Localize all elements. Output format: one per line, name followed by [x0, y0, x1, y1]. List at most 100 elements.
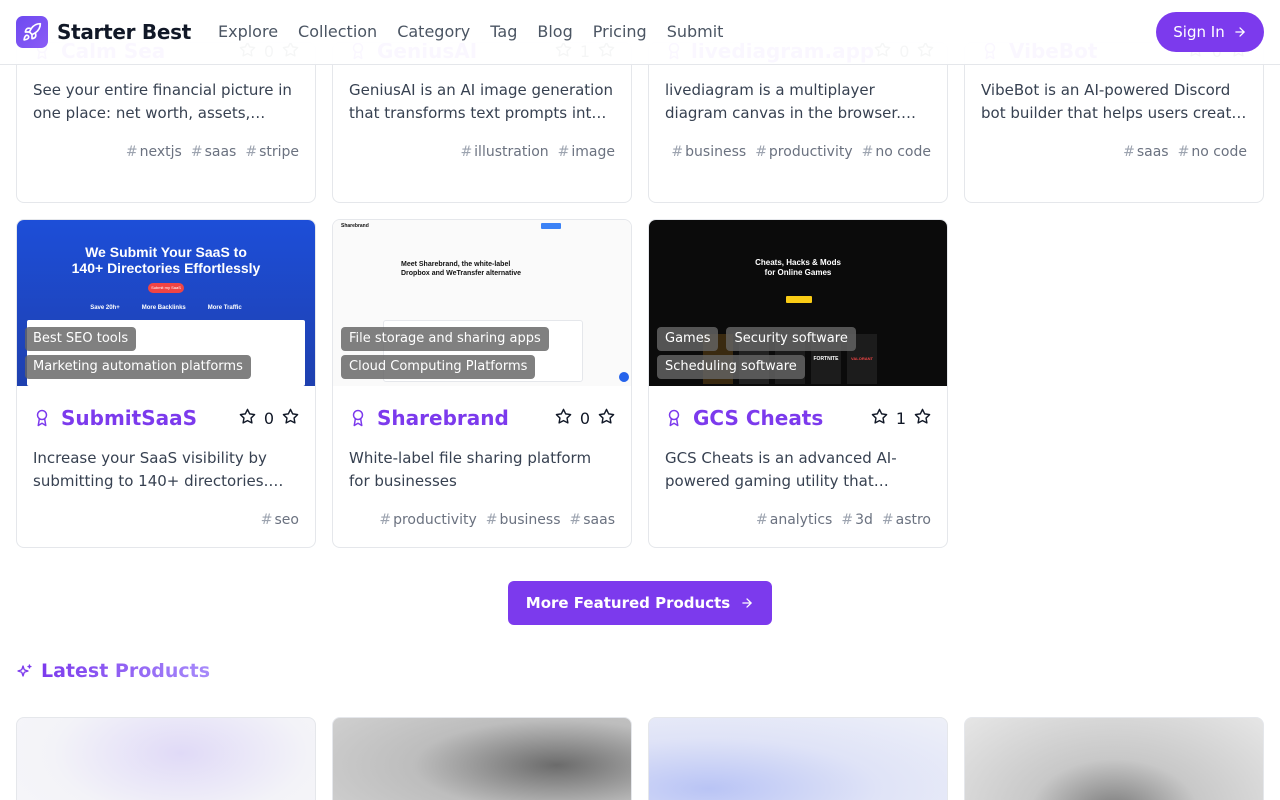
star-count: 1: [895, 408, 906, 428]
star-count: 0: [263, 408, 274, 428]
product-title[interactable]: SubmitSaaS: [61, 406, 239, 430]
category-badge[interactable]: Security software: [726, 327, 856, 351]
tag-link[interactable]: # saas: [1123, 144, 1168, 160]
hash-icon: #: [557, 144, 570, 160]
hash-icon: #: [460, 144, 473, 160]
award-icon: [349, 408, 369, 428]
hash-icon: #: [1123, 144, 1135, 160]
tag-list: # illustration # image: [460, 144, 615, 160]
tag-link[interactable]: # no code: [862, 144, 931, 160]
nav-tag[interactable]: Tag: [480, 20, 527, 44]
arrow-right-icon: [1234, 27, 1245, 37]
tag-link[interactable]: # stripe: [245, 144, 299, 160]
more-featured-products-button[interactable]: More Featured Products: [508, 581, 772, 625]
product-card[interactable]: Calm Sea0See your entire financial pictu…: [16, 42, 316, 203]
star-icon: [239, 408, 256, 429]
shot-button: [541, 223, 561, 229]
title-row: Sharebrand 0: [349, 404, 615, 432]
site-header: Starter Best Explore Collection Category…: [0, 0, 1280, 65]
category-badge[interactable]: Marketing automation platforms: [25, 355, 251, 379]
tag-link[interactable]: # saas: [570, 512, 615, 528]
star-button[interactable]: [598, 408, 615, 429]
hash-icon: #: [671, 144, 684, 160]
tag-list: # seo: [261, 512, 299, 528]
product-card[interactable]: VibeBot0VibeBot is an AI-powered Discord…: [964, 42, 1264, 203]
tag-link[interactable]: # analytics: [756, 512, 832, 528]
hash-icon: #: [861, 144, 874, 160]
nav-category[interactable]: Category: [387, 20, 480, 44]
latest-product-card[interactable]: [648, 717, 948, 800]
nav-explore[interactable]: Explore: [208, 20, 288, 44]
product-description: Increase your SaaS visibility by submitt…: [33, 449, 269, 490]
title-row: SubmitSaaS 0: [33, 404, 299, 432]
shot-feature: More Backlinks: [141, 305, 186, 311]
star-count: 0: [579, 408, 590, 428]
award-icon: [33, 408, 53, 428]
nav-blog[interactable]: Blog: [527, 20, 582, 44]
shot-headline: 140+ Directories Effortlessly: [71, 260, 261, 276]
sign-in-label: Sign In: [1173, 23, 1225, 41]
product-card[interactable]: Cheats, Hacks & Mods for Online Games FORT…: [648, 219, 948, 548]
product-card[interactable]: We Submit Your SaaS to 140+ Directories E…: [16, 219, 316, 548]
product-card[interactable]: Sharebrand Meet Sharebrand, the white-lab…: [332, 219, 632, 548]
tag-link[interactable]: # saas: [191, 144, 236, 160]
award-icon: [665, 408, 685, 428]
hash-icon: #: [260, 512, 273, 528]
tag-link[interactable]: # illustration: [460, 144, 548, 160]
star-button[interactable]: [282, 408, 299, 429]
star-icon: [871, 408, 888, 429]
tag-link[interactable]: # nextjs: [126, 144, 182, 160]
latest-product-card[interactable]: [332, 717, 632, 800]
category-badge[interactable]: Scheduling software: [657, 355, 805, 379]
hash-icon: #: [756, 512, 768, 528]
tag-list: # productivity # business # saas: [379, 512, 615, 528]
more-featured-label: More Featured Products: [525, 594, 731, 612]
tag-link[interactable]: # business: [486, 512, 561, 528]
latest-product-card[interactable]: [964, 717, 1264, 800]
tag-link[interactable]: # image: [558, 144, 615, 160]
nav-pricing[interactable]: Pricing: [583, 20, 657, 44]
tag-link[interactable]: # astro: [882, 512, 931, 528]
tag-link[interactable]: # no code: [1178, 144, 1247, 160]
tag-link[interactable]: # seo: [261, 512, 299, 528]
tag-link[interactable]: # productivity: [379, 512, 476, 528]
tag-list: # nextjs # saas # stripe: [126, 144, 299, 160]
category-badge[interactable]: Best SEO tools: [25, 327, 137, 351]
star-icon: [555, 408, 572, 429]
category-badge[interactable]: Cloud Computing Platforms: [341, 355, 536, 379]
shot-feature: More Traffic: [207, 305, 242, 311]
hash-icon: #: [190, 144, 203, 160]
star-button[interactable]: [914, 408, 931, 429]
product-description: GeniusAI is an AI image generation that …: [349, 81, 614, 122]
hash-icon: #: [1177, 144, 1190, 160]
product-title[interactable]: GCS Cheats: [693, 406, 871, 430]
category-badge[interactable]: File storage and sharing apps: [341, 327, 549, 351]
tag-list: # business # productivity # no code: [671, 144, 931, 160]
shot-headline: Meet Sharebrand, the white-label: [401, 261, 511, 268]
sign-in-button[interactable]: Sign In: [1156, 12, 1264, 52]
category-badge[interactable]: Games: [657, 327, 719, 351]
brand-name: Starter Best: [57, 20, 191, 44]
product-card[interactable]: GeniusAI1GeniusAI is an AI image generat…: [332, 42, 632, 203]
rocket-icon: [16, 16, 48, 48]
nav-collection[interactable]: Collection: [288, 20, 387, 44]
tag-link[interactable]: # business: [671, 144, 746, 160]
hash-icon: #: [755, 144, 767, 160]
tag-list: # analytics #3d # astro: [756, 512, 931, 528]
category-badges: Games Security software Scheduling softwar…: [657, 327, 856, 379]
latest-product-card[interactable]: [16, 717, 316, 800]
brand-logo[interactable]: Starter Best: [16, 16, 191, 48]
latest-products-heading: Latest Products: [16, 660, 210, 682]
product-card[interactable]: livediagram.app0livediagram is a multipl…: [648, 42, 948, 203]
tag-link[interactable]: #3d: [841, 512, 873, 528]
nav-submit[interactable]: Submit: [657, 20, 734, 44]
shot-brand: Sharebrand: [341, 223, 369, 229]
product-description: VibeBot is an AI-powered Discord bot bui…: [981, 81, 1246, 122]
shot-feature: Save 20h+: [90, 305, 120, 311]
product-title[interactable]: Sharebrand: [377, 406, 555, 430]
shot-cta: [786, 296, 812, 303]
tag-link[interactable]: # productivity: [755, 144, 852, 160]
product-description: White-label file sharing platform for bu…: [349, 449, 592, 490]
category-badges: Best SEO tools Marketing automation platf…: [25, 327, 251, 379]
main-nav: Explore Collection Category Tag Blog Pri…: [208, 20, 733, 44]
